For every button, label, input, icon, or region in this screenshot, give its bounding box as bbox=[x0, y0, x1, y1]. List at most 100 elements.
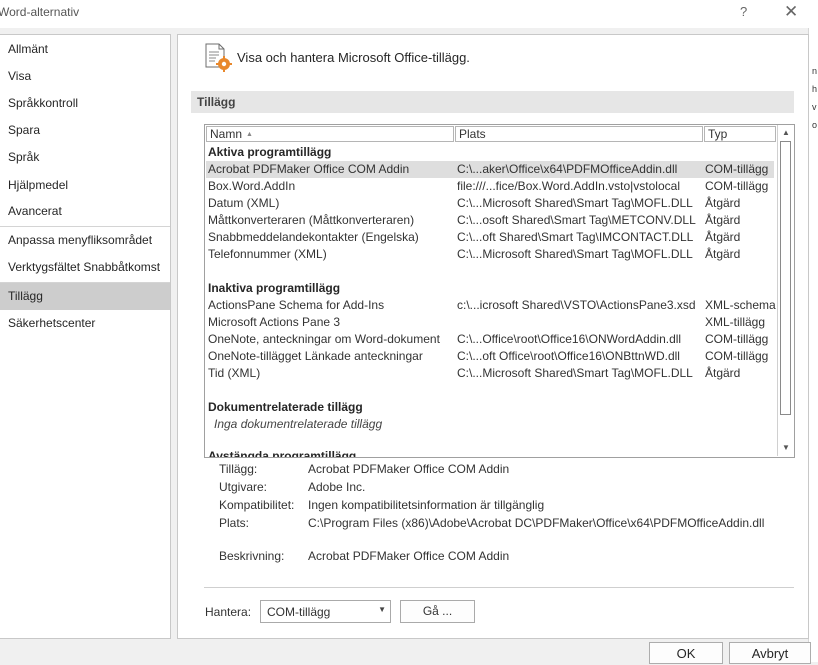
cell-location: C:\...osoft Shared\Smart Tag\METCONV.DLL bbox=[457, 213, 696, 227]
ok-button[interactable]: OK bbox=[649, 642, 723, 664]
cell-type: Åtgärd bbox=[705, 196, 741, 210]
cell-name: Snabbmeddelandekontakter (Engelska) bbox=[208, 230, 419, 244]
group-header-inactive: Inaktiva programtillägg bbox=[208, 281, 341, 295]
table-row[interactable]: OneNote, anteckningar om Word-dokument C… bbox=[206, 331, 774, 348]
cell-name: Datum (XML) bbox=[208, 196, 280, 210]
cell-type: Åtgärd bbox=[705, 230, 741, 244]
cell-location: C:\...Microsoft Shared\Smart Tag\MOFL.DL… bbox=[457, 196, 693, 210]
nav-item-anpassa-menyfliksomradet[interactable]: Anpassa menyfliksområdet bbox=[0, 227, 170, 254]
cell-name: Box.Word.AddIn bbox=[208, 179, 296, 193]
nav-item-avancerat[interactable]: Avancerat bbox=[0, 198, 170, 225]
manage-dropdown[interactable]: COM-tillägg ▼ bbox=[260, 600, 391, 623]
section-header: Tillägg bbox=[191, 91, 794, 113]
table-row[interactable]: Datum (XML) C:\...Microsoft Shared\Smart… bbox=[206, 195, 774, 212]
scroll-up-icon[interactable]: ▲ bbox=[779, 126, 793, 140]
strip-letter: n bbox=[812, 66, 818, 76]
cell-location: c:\...icrosoft Shared\VSTO\ActionsPane3.… bbox=[457, 298, 696, 312]
addins-list[interactable]: Namn ▲ Plats Typ Aktiva programtillägg Ac… bbox=[204, 124, 795, 458]
title-bar: Word-alternativ ? ✕ bbox=[0, 0, 818, 28]
detail-compat-label: Kompatibilitet: bbox=[219, 498, 295, 512]
cell-location: file:///...fice/Box.Word.AddIn.vsto|vsto… bbox=[457, 179, 680, 193]
table-row[interactable]: OneNote-tillägget Länkade anteckningar C… bbox=[206, 348, 774, 365]
divider bbox=[204, 587, 794, 588]
strip-letter: o bbox=[812, 120, 818, 130]
cancel-button[interactable]: Avbryt bbox=[729, 642, 811, 664]
cell-location: C:\...Microsoft Shared\Smart Tag\MOFL.DL… bbox=[457, 247, 693, 261]
detail-description-label: Beskrivning: bbox=[219, 549, 285, 563]
nav-item-visa[interactable]: Visa bbox=[0, 63, 170, 90]
table-row[interactable]: ActionsPane Schema for Add-Ins c:\...icr… bbox=[206, 297, 776, 314]
detail-publisher-label: Utgivare: bbox=[219, 480, 268, 494]
nav-item-hjalpmedel[interactable]: Hjälpmedel bbox=[0, 172, 170, 199]
table-row[interactable]: Box.Word.AddIn file:///...fice/Box.Word.… bbox=[206, 178, 774, 195]
column-header-name[interactable]: Namn ▲ bbox=[206, 126, 454, 142]
scroll-thumb[interactable] bbox=[780, 141, 791, 415]
detail-compat-value: Ingen kompatibilitetsinformation är till… bbox=[308, 498, 545, 512]
close-button[interactable]: ✕ bbox=[784, 2, 798, 22]
cell-name: Måttkonverteraren (Måttkonverteraren) bbox=[208, 213, 415, 227]
vertical-scrollbar[interactable]: ▲ ▼ bbox=[777, 125, 794, 456]
nav-item-spara[interactable]: Spara bbox=[0, 117, 170, 144]
column-header-location[interactable]: Plats bbox=[455, 126, 703, 142]
cell-location: C:\...aker\Office\x64\PDFMOfficeAddin.dl… bbox=[457, 162, 678, 176]
window-title: Word-alternativ bbox=[0, 5, 80, 19]
table-row[interactable]: Måttkonverteraren (Måttkonverteraren) C:… bbox=[206, 212, 774, 229]
column-header-location-label: Plats bbox=[459, 127, 486, 141]
detail-description-value: Acrobat PDFMaker Office COM Addin bbox=[308, 549, 510, 563]
cell-location: C:\...Office\root\Office16\ONWordAddin.d… bbox=[457, 332, 682, 346]
table-row[interactable]: Microsoft Actions Pane 3 XML-tillägg bbox=[206, 314, 774, 331]
go-button[interactable]: Gå ... bbox=[400, 600, 475, 623]
cell-type: COM-tillägg bbox=[705, 349, 769, 363]
nav-item-snabbatkomst[interactable]: Verktygsfältet Snabbåtkomst bbox=[0, 254, 170, 281]
nav-item-allmant[interactable]: Allmänt bbox=[0, 36, 170, 63]
column-header-name-label: Namn bbox=[210, 127, 243, 141]
nav-item-tillagg[interactable]: Tillägg bbox=[0, 283, 170, 310]
empty-group-text: Inga dokumentrelaterade tillägg bbox=[214, 417, 383, 431]
detail-location-value: C:\Program Files (x86)\Adobe\Acrobat DC\… bbox=[308, 516, 765, 530]
table-row[interactable]: Tid (XML) C:\...Microsoft Shared\Smart T… bbox=[206, 365, 774, 382]
cell-name: Acrobat PDFMaker Office COM Addin bbox=[208, 162, 410, 176]
nav-item-sprak[interactable]: Språk bbox=[0, 144, 170, 171]
cell-name: Telefonnummer (XML) bbox=[208, 247, 327, 261]
cell-name: ActionsPane Schema for Add-Ins bbox=[208, 298, 385, 312]
column-header-type[interactable]: Typ bbox=[704, 126, 776, 142]
help-button[interactable]: ? bbox=[740, 4, 747, 19]
addins-panel: Visa och hantera Microsoft Office-tilläg… bbox=[177, 34, 809, 639]
cell-location: C:\...oft Office\root\Office16\ONBttnWD.… bbox=[457, 349, 680, 363]
background-window-strip: n h v o bbox=[808, 28, 818, 662]
cell-type: Åtgärd bbox=[705, 366, 741, 380]
cell-location: C:\...oft Shared\Smart Tag\IMCONTACT.DLL bbox=[457, 230, 694, 244]
detail-addin-label: Tillägg: bbox=[219, 462, 258, 476]
manage-label: Hantera: bbox=[205, 605, 252, 619]
cell-name: OneNote-tillägget Länkade anteckningar bbox=[208, 349, 423, 363]
table-row[interactable]: Snabbmeddelandekontakter (Engelska) C:\.… bbox=[206, 229, 774, 246]
chevron-down-icon: ▼ bbox=[378, 605, 386, 614]
cell-type: XML-schema bbox=[705, 298, 776, 312]
group-header-document: Dokumentrelaterade tillägg bbox=[208, 400, 363, 414]
cell-type: Åtgärd bbox=[705, 213, 741, 227]
page-title: Visa och hantera Microsoft Office-tilläg… bbox=[237, 50, 470, 65]
cell-type: COM-tillägg bbox=[705, 162, 769, 176]
group-header-disabled: Avstängda programtillägg bbox=[208, 449, 357, 458]
cell-name: OneNote, anteckningar om Word-dokument bbox=[208, 332, 440, 346]
nav-item-sprakkontroll[interactable]: Språkkontroll bbox=[0, 90, 170, 117]
cell-name: Microsoft Actions Pane 3 bbox=[208, 315, 341, 329]
cell-type: COM-tillägg bbox=[705, 179, 769, 193]
nav-item-sakerhetscenter[interactable]: Säkerhetscenter bbox=[0, 310, 170, 337]
sort-ascending-icon: ▲ bbox=[246, 131, 253, 138]
section-title: Tillägg bbox=[197, 95, 236, 109]
scroll-down-icon[interactable]: ▼ bbox=[779, 441, 793, 455]
cell-name: Tid (XML) bbox=[208, 366, 261, 380]
strip-letter: h bbox=[812, 84, 818, 94]
detail-location-label: Plats: bbox=[219, 516, 250, 530]
cell-type: XML-tillägg bbox=[705, 315, 766, 329]
options-nav: Allmänt Visa Språkkontroll Spara Språk H… bbox=[0, 34, 171, 639]
table-row[interactable]: Acrobat PDFMaker Office COM Addin C:\...… bbox=[206, 161, 774, 178]
detail-publisher-value: Adobe Inc. bbox=[308, 480, 366, 494]
strip-letter: v bbox=[812, 102, 817, 112]
cell-type: Åtgärd bbox=[705, 247, 741, 261]
group-header-active: Aktiva programtillägg bbox=[208, 145, 332, 159]
addin-settings-icon bbox=[204, 43, 234, 73]
table-row[interactable]: Telefonnummer (XML) C:\...Microsoft Shar… bbox=[206, 246, 774, 263]
cell-type: COM-tillägg bbox=[705, 332, 769, 346]
